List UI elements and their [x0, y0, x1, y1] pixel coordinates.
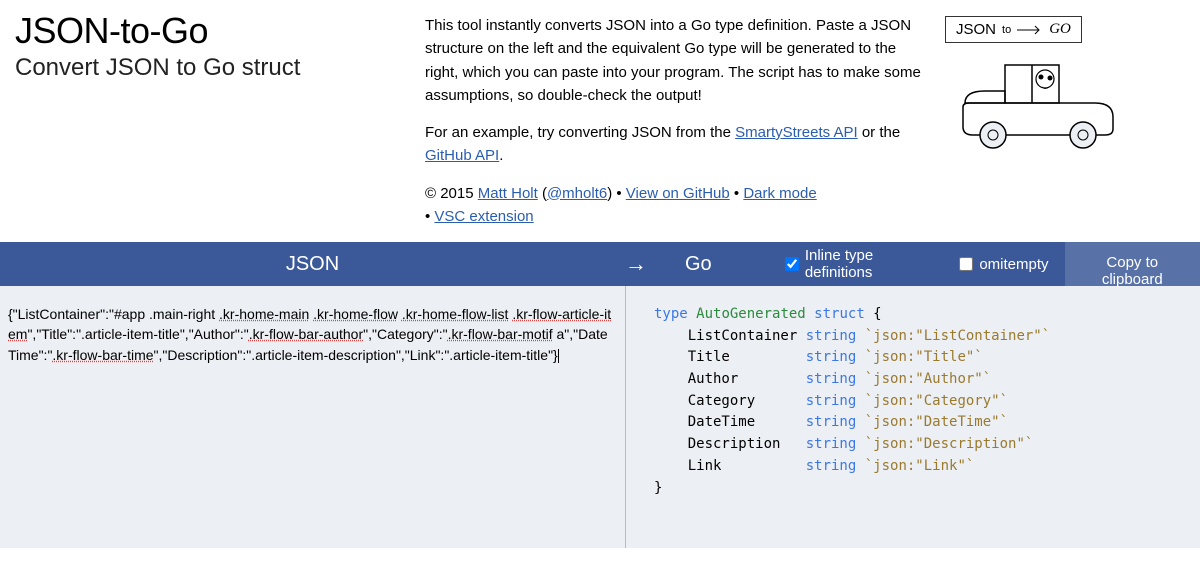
- header-illustration: JSON to GO: [945, 10, 1185, 242]
- toolbar-options: Inline type definitions omitempty Copy t…: [785, 242, 1200, 286]
- view-on-github-link[interactable]: View on GitHub: [626, 185, 730, 202]
- json-pane-label: JSON: [0, 253, 625, 276]
- page-title: JSON-to-Go: [15, 10, 405, 52]
- intro-paragraph: This tool instantly converts JSON into a…: [425, 14, 925, 107]
- omitempty-option[interactable]: omitempty: [959, 256, 1048, 273]
- header-description: This tool instantly converts JSON into a…: [425, 10, 925, 242]
- header-left: JSON-to-Go Convert JSON to Go struct: [15, 10, 405, 242]
- example-paragraph: For an example, try converting JSON from…: [425, 121, 925, 168]
- inline-types-option[interactable]: Inline type definitions: [785, 247, 943, 281]
- header: JSON-to-Go Convert JSON to Go struct Thi…: [0, 0, 1200, 242]
- editor-panes: {"ListContainer":"#app .main-right .kr-h…: [0, 286, 1200, 548]
- arrow-icon: →: [625, 251, 685, 277]
- matt-holt-link[interactable]: Matt Holt: [478, 185, 538, 202]
- toolbar: JSON → Go Inline type definitions omitem…: [0, 242, 1200, 286]
- inline-types-checkbox[interactable]: [785, 257, 799, 271]
- json-input[interactable]: {"ListContainer":"#app .main-right .kr-h…: [0, 286, 625, 548]
- omitempty-label: omitempty: [979, 256, 1048, 273]
- logo-go-text: GO: [1049, 21, 1071, 38]
- smartystreets-link[interactable]: SmartyStreets API: [735, 124, 858, 141]
- mholt6-link[interactable]: @mholt6: [547, 185, 607, 202]
- logo-badge: JSON to GO: [945, 16, 1082, 43]
- vsc-extension-link[interactable]: VSC extension: [434, 208, 533, 225]
- page-subtitle: Convert JSON to Go struct: [15, 54, 405, 82]
- go-output[interactable]: type AutoGenerated struct { ListContaine…: [625, 286, 1200, 548]
- logo-arrow-icon: [1017, 25, 1043, 35]
- logo-json-text: JSON: [956, 21, 996, 38]
- omitempty-checkbox[interactable]: [959, 257, 973, 271]
- go-pane-label: Go: [685, 253, 785, 276]
- github-api-link[interactable]: GitHub API: [425, 147, 499, 164]
- credits-paragraph: © 2015 Matt Holt (@mholt6) • View on Git…: [425, 182, 925, 229]
- copy-to-clipboard-button[interactable]: Copy to clipboard: [1065, 242, 1200, 286]
- inline-types-label: Inline type definitions: [805, 247, 944, 281]
- gopher-car-icon: [945, 47, 1125, 157]
- logo-to-text: to: [1002, 24, 1011, 36]
- dark-mode-link[interactable]: Dark mode: [743, 185, 816, 202]
